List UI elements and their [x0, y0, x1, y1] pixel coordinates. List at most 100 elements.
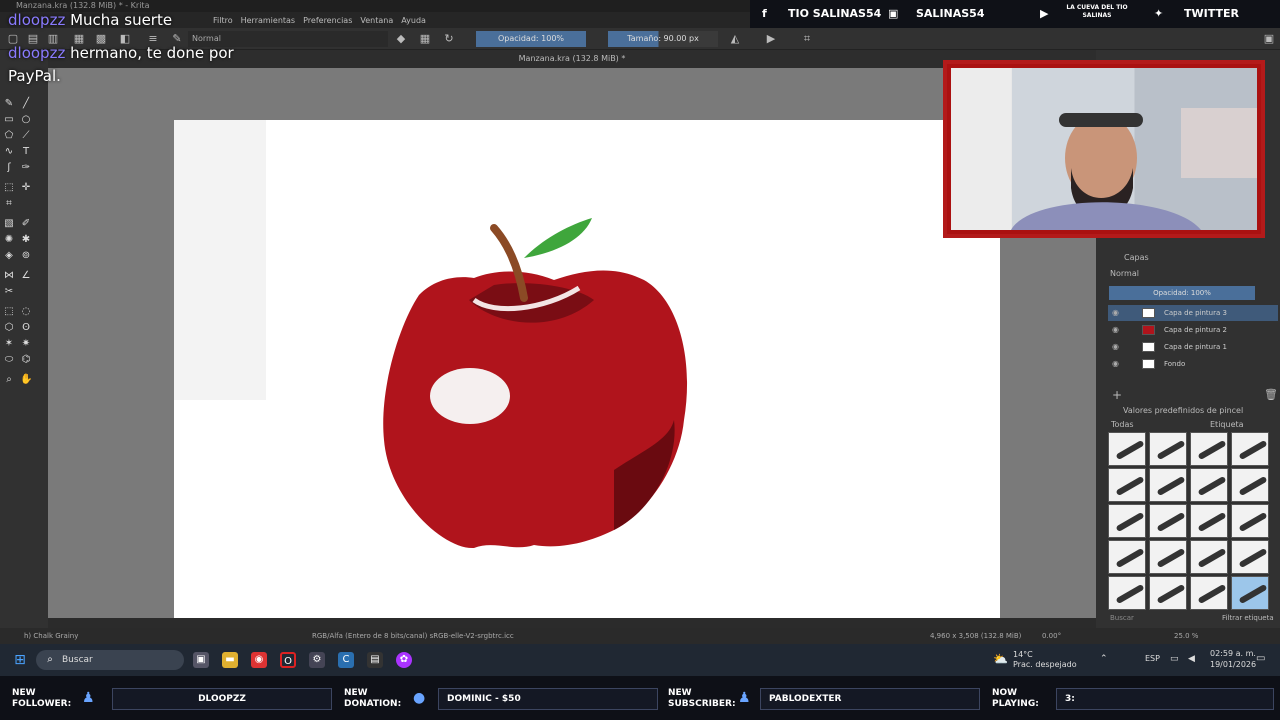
app-icon-gear[interactable]: ⚙ — [309, 652, 325, 668]
brush-preset[interactable] — [1149, 468, 1187, 502]
weather-desc: Prac. despejado — [1013, 660, 1077, 669]
reload-icon[interactable]: ↻ — [442, 32, 456, 46]
filter-tag-checkbox[interactable]: Filtrar etiqueta — [1222, 614, 1274, 622]
delete-layer-icon[interactable]: 🗑 — [1264, 388, 1278, 401]
brush-preset[interactable] — [1108, 468, 1146, 502]
polyline-tool-icon[interactable]: ⟋ — [20, 130, 32, 142]
text-tool-icon[interactable]: T — [20, 146, 32, 158]
bezier-select-tool-icon[interactable]: ⬭ — [3, 354, 15, 366]
freehand-path-tool-icon[interactable]: ʃ — [3, 162, 15, 174]
brush-preset[interactable] — [1231, 504, 1269, 538]
windows-start-icon[interactable]: ⊞ — [12, 652, 28, 668]
add-layer-icon[interactable]: + — [1112, 388, 1122, 402]
bezier-tool-icon[interactable]: ∿ — [3, 146, 15, 158]
smart-patch-tool-icon[interactable]: ✺ — [3, 234, 15, 246]
brush-preset[interactable] — [1108, 540, 1146, 574]
taskbar-search[interactable]: Buscar — [36, 650, 184, 670]
enclose-fill-tool-icon[interactable]: ⊚ — [20, 250, 32, 262]
brush-preset[interactable] — [1190, 540, 1228, 574]
status-zoom[interactable]: 25.0 % — [1174, 628, 1198, 644]
brush-preset[interactable] — [1108, 504, 1146, 538]
task-view-icon[interactable]: ▣ — [193, 652, 209, 668]
brush-preset[interactable] — [1231, 432, 1269, 466]
brush-preset[interactable] — [1231, 468, 1269, 502]
canvas[interactable] — [174, 120, 1000, 618]
chevron-up-icon[interactable]: ⌃ — [1100, 654, 1108, 664]
ellipse-select-tool-icon[interactable]: ◌ — [20, 306, 32, 318]
brush-preset[interactable] — [1190, 468, 1228, 502]
layer-row[interactable]: ◉ Capa de pintura 3 — [1108, 305, 1278, 321]
eye-icon[interactable]: ◉ — [1112, 305, 1119, 321]
opera-icon[interactable]: O — [280, 652, 296, 668]
menu-ayuda[interactable]: Ayuda — [401, 16, 426, 25]
rectangle-tool-icon[interactable]: ▭ — [3, 114, 15, 126]
brush-filter-select[interactable]: Todas — [1111, 420, 1134, 429]
brush-tag-button[interactable]: Etiqueta — [1210, 420, 1244, 429]
brush-preset-selected[interactable] — [1231, 576, 1269, 610]
app-icon-dark[interactable]: ▤ — [367, 652, 383, 668]
dynamic-brush-tool-icon[interactable]: ✑ — [20, 162, 32, 174]
menu-filtro[interactable]: Filtro — [213, 16, 233, 25]
fill-tool-icon[interactable]: ◈ — [3, 250, 15, 262]
ellipse-tool-icon[interactable]: ○ — [20, 114, 32, 126]
freehand-select-tool-icon[interactable]: ʘ — [20, 322, 32, 334]
measure-tool-icon[interactable]: ∠ — [20, 270, 32, 282]
language-indicator[interactable]: ESP — [1145, 654, 1160, 663]
similar-select-tool-icon[interactable]: ✷ — [20, 338, 32, 350]
menu-preferencias[interactable]: Preferencias — [303, 16, 352, 25]
line-tool-icon[interactable]: ╱ — [20, 98, 32, 110]
color-picker-tool-icon[interactable]: ✐ — [20, 218, 32, 230]
brush-preset[interactable] — [1190, 576, 1228, 610]
rect-select-tool-icon[interactable]: ⬚ — [3, 306, 15, 318]
size-slider[interactable]: Tamaño: 90.00 px — [608, 31, 718, 47]
menu-herramientas[interactable]: Herramientas — [241, 16, 296, 25]
brush-preset[interactable] — [1149, 540, 1187, 574]
layer-row[interactable]: ◉ Fondo — [1108, 356, 1278, 372]
brush-preset[interactable] — [1108, 432, 1146, 466]
layer-opacity-slider[interactable]: Opacidad: 100% — [1109, 286, 1255, 300]
eye-icon[interactable]: ◉ — [1112, 339, 1119, 355]
app-icon-blue[interactable]: C — [338, 652, 354, 668]
magnetic-select-tool-icon[interactable]: ⌬ — [20, 354, 32, 366]
zoom-tool-icon[interactable]: ⌕ — [3, 374, 15, 386]
contiguous-select-tool-icon[interactable]: ✶ — [3, 338, 15, 350]
multibrush-tool-icon[interactable]: ✱ — [20, 234, 32, 246]
layer-row[interactable]: ◉ Capa de pintura 2 — [1108, 322, 1278, 338]
alpha-lock-icon[interactable]: ▦ — [418, 32, 432, 46]
polygon-select-tool-icon[interactable]: ⬡ — [3, 322, 15, 334]
opacity-slider[interactable]: Opacidad: 100% — [476, 31, 586, 47]
brush-preset[interactable] — [1149, 576, 1187, 610]
file-explorer-icon[interactable]: ▬ — [222, 652, 238, 668]
brush-preset[interactable] — [1149, 504, 1187, 538]
crop-icon[interactable]: ⌗ — [800, 32, 814, 46]
polygon-tool-icon[interactable]: ⬠ — [3, 130, 15, 142]
menu-ventana[interactable]: Ventana — [360, 16, 393, 25]
app-icon-red[interactable]: ◉ — [251, 652, 267, 668]
network-icon[interactable]: ▭ — [1170, 654, 1179, 664]
brush-preset[interactable] — [1108, 576, 1146, 610]
brush-preset[interactable] — [1149, 432, 1187, 466]
notification-icon[interactable]: ▭ — [1256, 653, 1265, 664]
gradient-tool-icon[interactable]: ▧ — [3, 218, 15, 230]
assistant-tool-icon[interactable]: ⋈ — [3, 270, 15, 282]
mirror-horizontal-icon[interactable]: ◭ — [728, 32, 742, 46]
layer-row[interactable]: ◉ Capa de pintura 1 — [1108, 339, 1278, 355]
move-tool-icon[interactable]: ✛ — [20, 182, 32, 194]
brush-preset[interactable] — [1190, 504, 1228, 538]
reference-tool-icon[interactable]: ✂ — [3, 286, 15, 298]
volume-icon[interactable]: ◀ — [1188, 654, 1195, 664]
krita-icon[interactable]: ✿ — [396, 652, 412, 668]
workspace-icon[interactable]: ▣ — [1262, 32, 1276, 46]
brush-preset[interactable] — [1231, 540, 1269, 574]
eye-icon[interactable]: ◉ — [1112, 322, 1119, 338]
transform-tool-icon[interactable]: ⬚ — [3, 182, 15, 194]
eraser-icon[interactable]: ◆ — [394, 32, 408, 46]
pan-tool-icon[interactable]: ✋ — [20, 374, 32, 386]
brush-preset[interactable] — [1190, 432, 1228, 466]
layers-blend-select[interactable]: Normal — [1110, 269, 1139, 278]
eye-icon[interactable]: ◉ — [1112, 356, 1119, 372]
crop-tool-icon[interactable]: ⌗ — [3, 198, 15, 210]
brush-search[interactable]: Buscar — [1110, 614, 1134, 622]
mirror-vertical-icon[interactable]: ▶ — [764, 32, 778, 46]
freehand-brush-tool-icon[interactable]: ✎ — [3, 98, 15, 110]
